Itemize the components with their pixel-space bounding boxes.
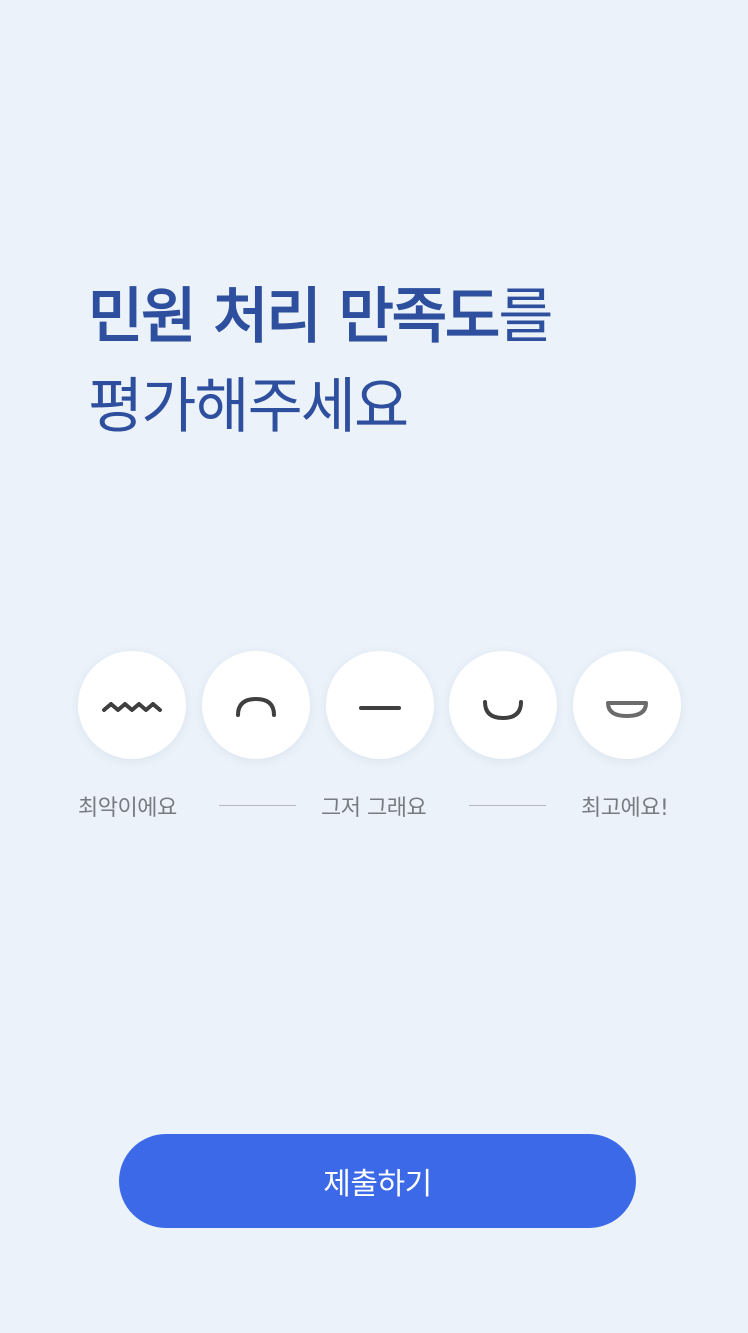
rating-option-bad[interactable] [202,651,310,759]
title-emphasis: 민원 처리 만족도 [88,282,500,352]
submit-button-label: 제출하기 [323,1167,432,1202]
frown-mouth-icon [236,696,276,717]
label-best: 최고에요! [581,796,669,821]
rating-option-best[interactable] [573,651,681,759]
page-title: 민원 처리 만족도를 평가해주세요 [88,272,553,452]
rating-faces [78,651,681,759]
rating-option-good[interactable] [449,651,557,759]
rating-scale-labels: 최악이에요 그저 그래요 최고에요! [0,784,748,824]
title-particle: 를 [498,282,553,352]
title-line-2: 평가해주세요 [88,372,409,442]
label-worst: 최악이에요 [78,796,177,821]
smile-mouth-icon [483,700,523,720]
submit-button[interactable]: 제출하기 [119,1134,636,1228]
rating-option-worst[interactable] [78,651,186,759]
rating-option-neutral[interactable] [326,651,434,759]
squiggle-mouth-icon [102,702,162,712]
flat-mouth-icon [359,706,401,710]
scale-divider [219,805,296,806]
scale-divider [469,805,546,806]
label-neutral: 그저 그래요 [321,796,427,821]
grin-mouth-icon [606,701,648,718]
